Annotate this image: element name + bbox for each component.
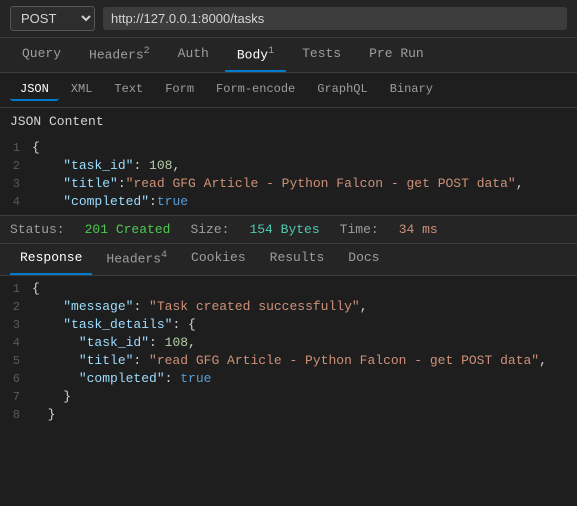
resp-line-6: 6 "completed": true: [0, 370, 577, 388]
size-value: 154 Bytes: [249, 222, 319, 237]
resptab-results[interactable]: Results: [260, 244, 335, 274]
response-tabs: Response Headers4 Cookies Results Docs: [0, 244, 577, 275]
body-code-block: 1 { 2 "task_id": 108, 3 "title":"read GF…: [0, 135, 577, 215]
top-bar: POST GET PUT DELETE: [0, 0, 577, 38]
resptab-headers[interactable]: Headers4: [96, 244, 177, 274]
resp-line-5: 5 "title": "read GFG Article - Python Fa…: [0, 352, 577, 370]
subtab-form-encode[interactable]: Form-encode: [206, 79, 305, 101]
tab-query[interactable]: Query: [10, 38, 73, 72]
status-code: 201 Created: [85, 222, 171, 237]
resp-line-7: 7 }: [0, 388, 577, 406]
subtab-json[interactable]: JSON: [10, 79, 59, 101]
method-select[interactable]: POST GET PUT DELETE: [10, 6, 95, 31]
size-label: Size:: [190, 222, 229, 237]
resp-line-1: 1 {: [0, 280, 577, 298]
tab-prerun[interactable]: Pre Run: [357, 38, 436, 72]
tab-tests[interactable]: Tests: [290, 38, 353, 72]
body-line-2: 2 "task_id": 108,: [0, 157, 577, 175]
resptab-cookies[interactable]: Cookies: [181, 244, 256, 274]
subtab-text[interactable]: Text: [104, 79, 153, 101]
status-label: Status:: [10, 222, 65, 237]
subtab-xml[interactable]: XML: [61, 79, 103, 101]
resp-line-4: 4 "task_id": 108,: [0, 334, 577, 352]
body-sub-tabs: JSON XML Text Form Form-encode GraphQL B…: [0, 73, 577, 108]
resp-headers-badge: 4: [161, 250, 167, 261]
subtab-binary[interactable]: Binary: [380, 79, 443, 101]
main-nav-tabs: Query Headers2 Auth Body1 Tests Pre Run: [0, 38, 577, 73]
tab-auth[interactable]: Auth: [166, 38, 221, 72]
resptab-response[interactable]: Response: [10, 244, 92, 274]
body-line-4: 4 "completed":true: [0, 193, 577, 211]
body-section-label: JSON Content: [0, 108, 577, 135]
resptab-docs[interactable]: Docs: [338, 244, 389, 274]
resp-line-3: 3 "task_details": {: [0, 316, 577, 334]
url-input[interactable]: [103, 7, 567, 30]
subtab-graphql[interactable]: GraphQL: [307, 79, 377, 101]
body-badge: 1: [268, 46, 274, 57]
tab-headers[interactable]: Headers2: [77, 38, 162, 72]
time-value: 34 ms: [399, 222, 438, 237]
body-line-3: 3 "title":"read GFG Article - Python Fal…: [0, 175, 577, 193]
status-bar: Status: 201 Created Size: 154 Bytes Time…: [0, 215, 577, 244]
response-code-block: 1 { 2 "message": "Task created successfu…: [0, 276, 577, 428]
tab-body[interactable]: Body1: [225, 38, 286, 72]
resp-line-2: 2 "message": "Task created successfully"…: [0, 298, 577, 316]
resp-line-8: 8 }: [0, 406, 577, 424]
time-label: Time:: [340, 222, 379, 237]
body-line-1: 1 {: [0, 139, 577, 157]
headers-badge: 2: [144, 46, 150, 57]
subtab-form[interactable]: Form: [155, 79, 204, 101]
